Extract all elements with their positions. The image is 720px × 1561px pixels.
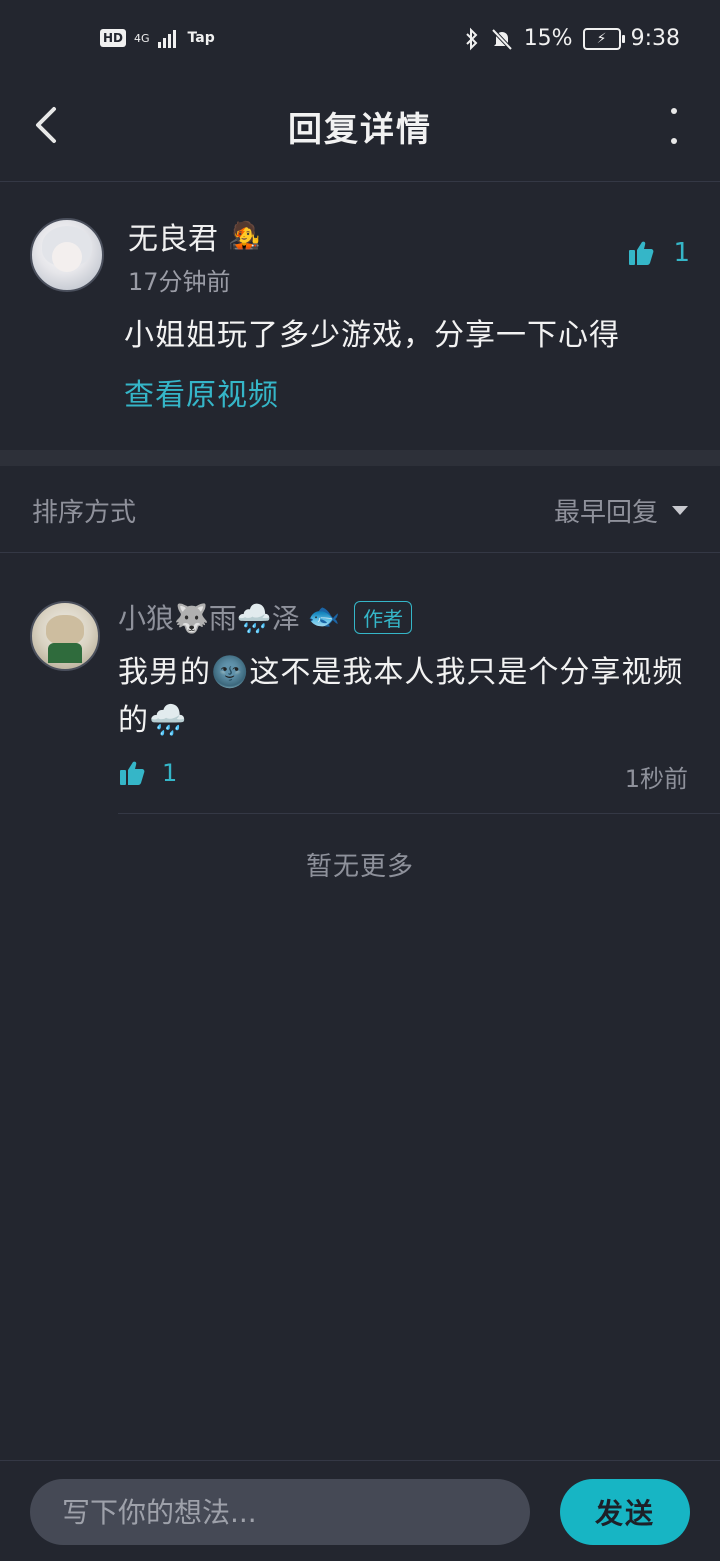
sort-label: 排序方式: [32, 498, 137, 528]
network-type: 4G: [134, 33, 150, 44]
carrier-label: Tap: [187, 30, 215, 46]
username-label: 无良君: [128, 222, 218, 257]
like-count: 1: [673, 238, 690, 268]
battery-charging-icon: ⚡: [582, 27, 625, 50]
mute-bell-icon: [491, 28, 513, 50]
author-tag: 作者: [354, 600, 413, 634]
divider: [118, 813, 720, 814]
sort-selected-value: 最早回复: [553, 498, 658, 528]
status-left: HD 4G Tap: [100, 28, 215, 48]
main-comment: 无良君 🧑‍🎤 17分钟前 小姐姐玩了多少游戏，分享一下心得 查看原视频 1: [0, 182, 720, 450]
hd-badge: HD: [100, 29, 127, 47]
network-label: 4G: [134, 31, 150, 45]
thumbs-up-icon: [629, 241, 654, 265]
view-original-video-link[interactable]: 查看原视频: [124, 370, 279, 414]
like-button[interactable]: 1: [627, 238, 690, 268]
comment-time: 17分钟前: [128, 268, 231, 296]
sort-bar: 排序方式 最早回复: [0, 466, 720, 552]
comment-username[interactable]: 无良君 🧑‍🎤: [128, 214, 260, 258]
username-label: 小狼🐺雨🌧️泽: [118, 602, 300, 635]
thumbs-up-icon: [120, 761, 145, 785]
send-button[interactable]: 发送: [560, 1479, 690, 1545]
avatar[interactable]: [30, 218, 104, 292]
section-separator: [0, 450, 720, 466]
reply-text: 我男的🌚这不是我本人我只是个分享视频的🌧️: [118, 655, 684, 738]
signal-icon: [157, 28, 176, 48]
caret-down-icon: [672, 506, 688, 515]
comment-text: 小姐姐玩了多少游戏，分享一下心得: [124, 318, 620, 353]
composer-bar: 发送: [0, 1460, 720, 1561]
reply-username[interactable]: 小狼🐺雨🌧️泽 🐟 作者: [118, 597, 413, 637]
top-bar: 回复详情: [0, 80, 720, 180]
reply-time: 1秒前: [624, 765, 688, 793]
reply-item: 小狼🐺雨🌧️泽 🐟 作者 我男的🌚这不是我本人我只是个分享视频的🌧️ 1 1秒前: [0, 553, 720, 813]
reply-input[interactable]: [30, 1479, 530, 1545]
status-right: 15% ⚡ 9:38: [464, 26, 680, 51]
more-dot-icon: [671, 108, 677, 114]
like-count: 1: [162, 759, 178, 787]
bluetooth-icon: [465, 27, 478, 50]
avatar[interactable]: [30, 601, 100, 671]
like-button[interactable]: 1: [118, 759, 177, 787]
clock: 9:38: [630, 26, 680, 51]
sort-dropdown[interactable]: 最早回复: [554, 492, 688, 529]
user-badge-icon: 🧑‍🎤: [228, 221, 261, 251]
more-options-button[interactable]: [664, 108, 684, 144]
status-bar: HD 4G Tap 15% ⚡ 9:38: [0, 0, 720, 80]
more-dot-icon: [671, 138, 677, 144]
page-title: 回复详情: [288, 110, 432, 150]
no-more-text: 暂无更多: [305, 852, 414, 882]
user-badge-icon: 🐟: [307, 602, 341, 632]
battery-percent: 15%: [523, 26, 573, 51]
